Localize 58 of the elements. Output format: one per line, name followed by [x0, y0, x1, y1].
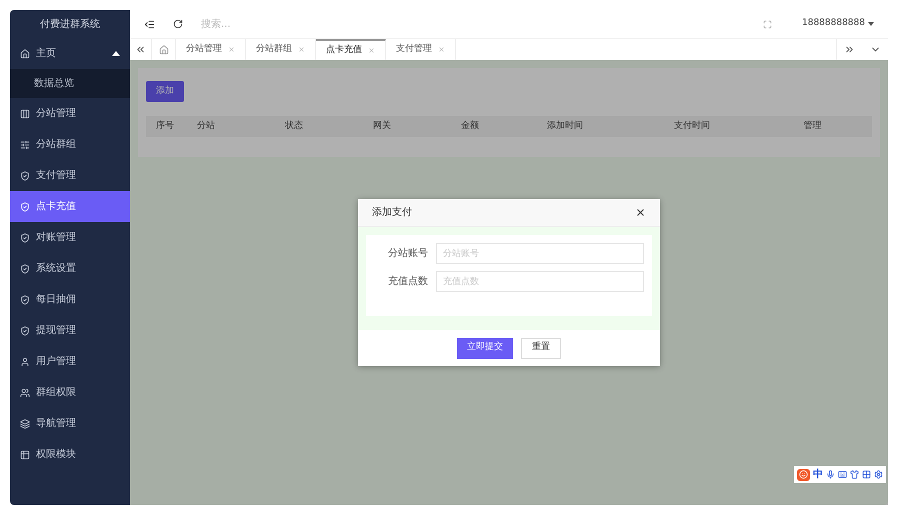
sliders-icon [20, 140, 30, 150]
scroll-right-icon[interactable] [844, 44, 855, 55]
shirt-icon[interactable] [850, 470, 859, 479]
sidebar-item[interactable]: 支付管理 [10, 160, 130, 191]
sidebar-item[interactable]: 提现管理 [10, 315, 130, 346]
dialog-title: 添加支付 [372, 206, 412, 220]
microphone-icon[interactable] [826, 470, 835, 479]
home-tab-icon[interactable] [158, 44, 168, 54]
close-icon[interactable] [635, 207, 646, 218]
shield-check-icon [20, 232, 30, 242]
sidebar-subitem[interactable]: 数据总览 [10, 69, 130, 98]
column-header: 添加时间 [547, 121, 584, 131]
field-label: 分站账号 [387, 246, 428, 261]
shield-check-icon [20, 326, 30, 336]
column-header: 序号 [156, 121, 174, 131]
grid-icon[interactable] [862, 470, 871, 479]
columns-icon [20, 108, 30, 118]
sidebar-item[interactable]: 系统设置 [10, 253, 130, 284]
shield-check-icon [20, 202, 30, 212]
sidebar-item[interactable]: 群组权限 [10, 377, 130, 408]
sidebar-item[interactable]: 用户管理 [10, 346, 130, 377]
layers-icon [20, 418, 30, 428]
sidebar-item[interactable]: 每日抽佣 [10, 284, 130, 315]
table-icon [20, 450, 30, 460]
sidebar-item[interactable]: 主页 [10, 38, 130, 69]
column-header: 状态 [285, 121, 304, 131]
field-label: 充值点数 [387, 274, 428, 289]
sidebar-item[interactable]: 导航管理 [10, 408, 130, 439]
sidebar-item[interactable]: 分站管理 [10, 98, 130, 129]
shield-check-icon [20, 294, 30, 304]
column-header: 管理 [803, 121, 822, 131]
user-icon [20, 356, 30, 366]
caret-icon [868, 22, 874, 26]
submit-button[interactable]: 立即提交 [457, 338, 513, 358]
app-title: 付费进群系统 [40, 18, 100, 32]
reset-button[interactable]: 重置 [521, 338, 561, 358]
column-header: 分站 [197, 121, 216, 131]
scroll-left-icon[interactable] [135, 44, 146, 55]
sidebar-item[interactable]: 权限模块 [10, 439, 130, 470]
column-header: 支付时间 [674, 121, 710, 131]
column-header: 金额 [461, 121, 480, 131]
add-button[interactable]: 添加 [146, 81, 184, 102]
ime-mode[interactable]: 中 [813, 467, 823, 482]
sidebar-item[interactable]: 分站群组 [10, 129, 130, 160]
menu-icon[interactable] [144, 18, 155, 30]
keyboard-icon[interactable] [838, 470, 847, 479]
users-icon [20, 388, 30, 398]
user-menu[interactable]: 18888888888 [802, 17, 874, 31]
search-field[interactable]: 搜索... [201, 16, 401, 32]
sidebar-item[interactable]: 点卡充值 [10, 191, 130, 222]
home-icon [20, 48, 30, 58]
column-header: 网关 [373, 121, 392, 131]
refresh-icon[interactable] [173, 19, 183, 29]
shield-check-icon [20, 264, 30, 274]
settings-icon[interactable] [874, 470, 883, 479]
shield-check-icon [20, 170, 30, 180]
sidebar-item[interactable]: 对账管理 [10, 222, 130, 253]
sogou-logo-icon [797, 468, 810, 480]
